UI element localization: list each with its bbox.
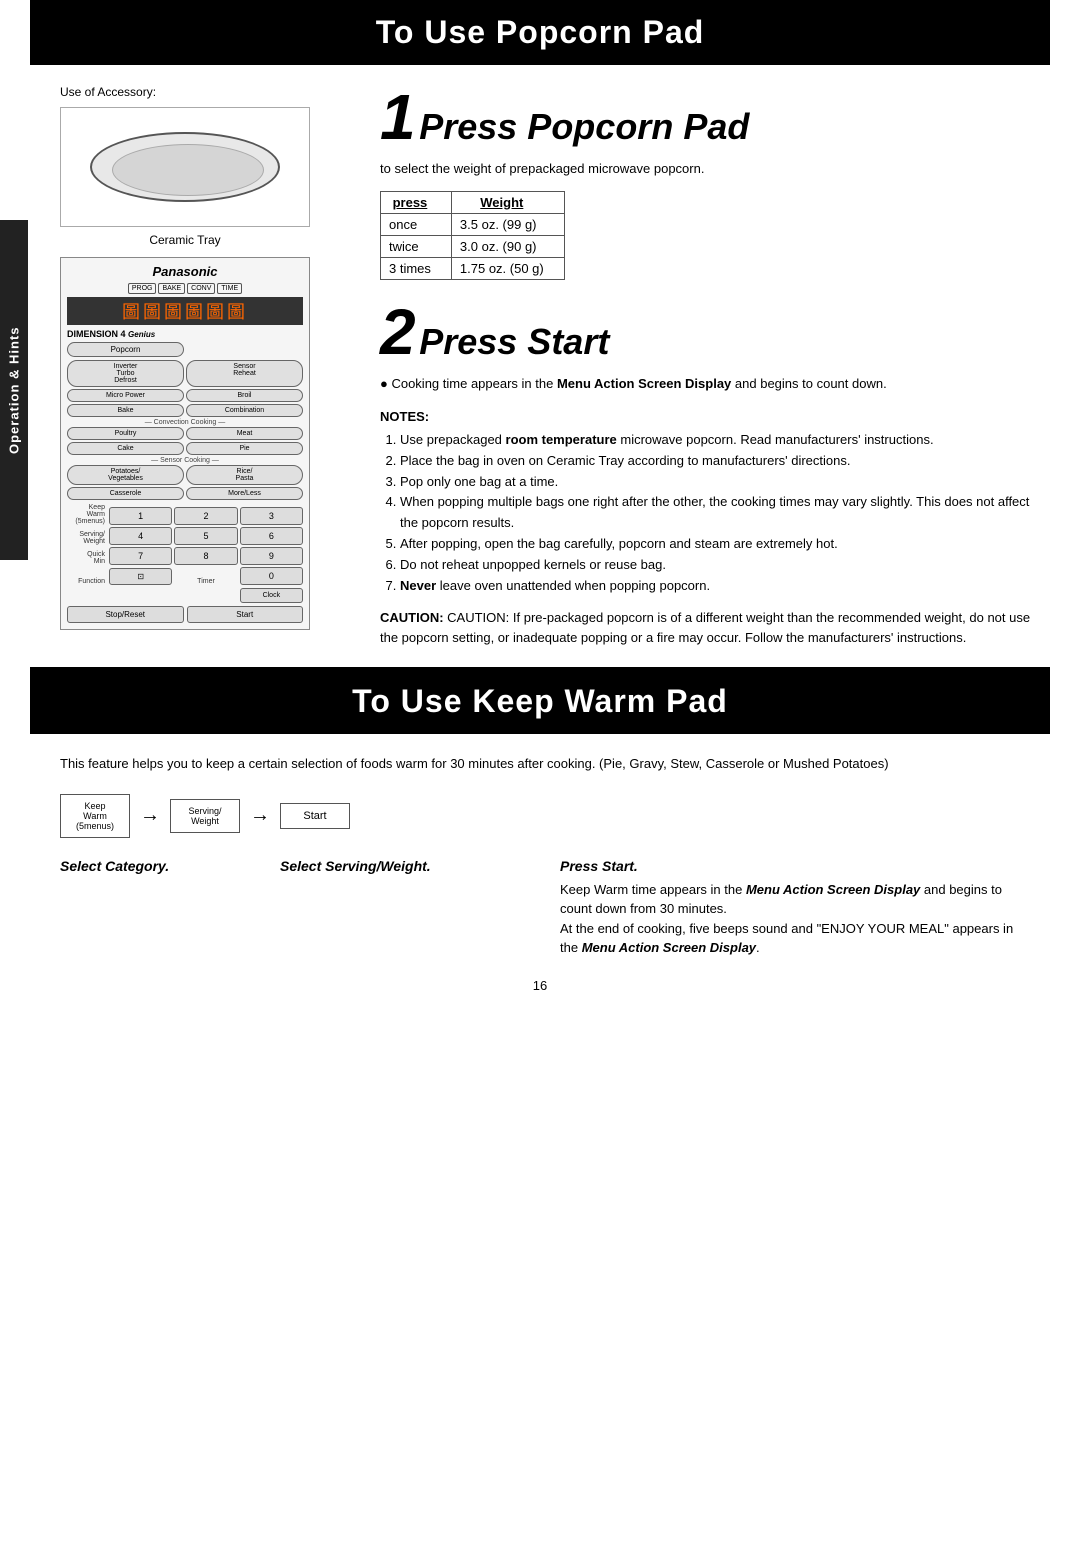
- list-item: Pop only one bag at a time.: [400, 472, 1050, 493]
- keep-warm-header: To Use Keep Warm Pad: [30, 669, 1050, 734]
- keep-warm-step1-box: KeepWarm(5menus): [60, 794, 130, 838]
- table-cell-weight-3: 1.75 oz. (50 g): [451, 257, 564, 279]
- keep-warm-step3-title: Press Start.: [560, 858, 1020, 874]
- step2-description: ● Cooking time appears in the Menu Actio…: [380, 374, 1050, 394]
- step2-number: 2: [380, 296, 416, 368]
- mw-btn-poultry[interactable]: Poultry: [67, 427, 184, 440]
- mw-btn-more-less[interactable]: More/Less: [186, 487, 303, 500]
- mw-btn-stop-reset[interactable]: Stop/Reset: [67, 606, 184, 623]
- step1-number: 1: [380, 81, 416, 153]
- microwave-brand: Panasonic: [67, 264, 303, 279]
- step-label-col-2: Select Serving/Weight.: [280, 858, 560, 880]
- mw-label-keepwarm: KeepWarm(5menus): [67, 504, 107, 525]
- mw-btn-cake[interactable]: Cake: [67, 442, 184, 455]
- page-number: 16: [30, 978, 1050, 993]
- left-column: Use of Accessory: Ceramic Tray Panasonic…: [60, 85, 350, 647]
- microwave-display: 圖圖圖圖圖圖: [67, 297, 303, 325]
- side-tab: Operation & Hints: [0, 220, 28, 560]
- keep-warm-step3-desc: Keep Warm time appears in the Menu Actio…: [560, 880, 1020, 958]
- mw-key-func[interactable]: ⊡: [109, 568, 172, 585]
- arrow-icon-1: →: [140, 804, 160, 827]
- notes-list: Use prepackaged room temperature microwa…: [380, 430, 1050, 596]
- step2-heading: 2 Press Start: [380, 300, 1050, 364]
- mw-btn-sensor-reheat[interactable]: SensorReheat: [186, 360, 303, 387]
- table-row: 3 times 1.75 oz. (50 g): [381, 257, 565, 279]
- steps-labels-row: Select Category. Select Serving/Weight. …: [60, 858, 1020, 958]
- popcorn-section-header: To Use Popcorn Pad: [30, 0, 1050, 65]
- conv-cooking-label: — Convection Cooking —: [67, 419, 303, 426]
- mw-key-4[interactable]: 4: [109, 527, 172, 545]
- mw-btn-combination[interactable]: Combination: [186, 404, 303, 417]
- ceramic-tray-oval: [90, 132, 280, 202]
- list-item: Place the bag in oven on Ceramic Tray ac…: [400, 451, 1050, 472]
- keep-warm-step2-box: Serving/Weight: [170, 799, 240, 833]
- ceramic-tray-caption: Ceramic Tray: [60, 233, 310, 247]
- mw-key-5[interactable]: 5: [174, 527, 237, 545]
- sensor-cooking-label: — Sensor Cooking —: [67, 457, 303, 464]
- microwave-diagram: Panasonic PROG BAKE CONV TIME 圖圖圖圖圖圖 DIM…: [60, 257, 310, 630]
- weight-table: press Weight once 3.5 oz. (99 g) twice 3…: [380, 191, 565, 280]
- mw-btn-micro-power[interactable]: Micro Power: [67, 389, 184, 402]
- table-cell-weight-1: 3.5 oz. (99 g): [451, 213, 564, 235]
- notes-title: NOTES:: [380, 409, 1050, 424]
- mw-key-3[interactable]: 3: [240, 507, 303, 525]
- keep-warm-step3-box: Start: [280, 803, 350, 829]
- accessory-label: Use of Accessory:: [60, 85, 350, 99]
- mw-btn-inverter-turbo[interactable]: InverterTurboDefrost: [67, 360, 184, 387]
- ceramic-tray-image: [60, 107, 310, 227]
- step1-heading: 1 Press Popcorn Pad: [380, 85, 1050, 149]
- arrow-icon-2: →: [250, 804, 270, 827]
- mw-label-quickmin: QuickMin: [67, 551, 107, 565]
- mw-btn-potatoes[interactable]: Potatoes/Vegetables: [67, 465, 184, 485]
- weight-table-header-weight: Weight: [451, 191, 564, 213]
- mw-btn-bake[interactable]: Bake: [67, 404, 184, 417]
- microwave-dimension: DIMENSION 4 Genius: [67, 329, 303, 339]
- mw-key-7[interactable]: 7: [109, 547, 172, 565]
- mw-btn-pie[interactable]: Pie: [186, 442, 303, 455]
- mw-btn-popcorn[interactable]: Popcorn: [67, 342, 184, 357]
- step2-title: Press Start: [419, 321, 609, 362]
- weight-table-header-press: press: [381, 191, 452, 213]
- mw-key-9[interactable]: 9: [240, 547, 303, 565]
- step1-description: to select the weight of prepackaged micr…: [380, 159, 1050, 179]
- caution-text: CAUTION: CAUTION: If pre-packaged popcor…: [380, 608, 1050, 647]
- table-cell-press-1: once: [381, 213, 452, 235]
- mw-key-0[interactable]: 0: [240, 567, 303, 585]
- mw-label-function: Function: [67, 578, 107, 585]
- keep-warm-description: This feature helps you to keep a certain…: [60, 754, 1020, 774]
- list-item: Use prepackaged room temperature microwa…: [400, 430, 1050, 451]
- keep-warm-step2-title: Select Serving/Weight.: [280, 858, 560, 874]
- mw-btn-start[interactable]: Start: [187, 606, 304, 623]
- keep-warm-step1-title: Select Category.: [60, 858, 280, 874]
- mw-key-2[interactable]: 2: [174, 507, 237, 525]
- step-label-col-3: Press Start. Keep Warm time appears in t…: [560, 858, 1020, 958]
- list-item: When popping multiple bags one right aft…: [400, 492, 1050, 534]
- step1-title: Press Popcorn Pad: [419, 106, 749, 147]
- mw-label-serving: Serving/Weight: [67, 531, 107, 545]
- steps-flow-row: KeepWarm(5menus) → Serving/Weight → Star…: [60, 794, 1020, 838]
- mw-key-8[interactable]: 8: [174, 547, 237, 565]
- mw-btn-meat[interactable]: Meat: [186, 427, 303, 440]
- mw-btn-casserole[interactable]: Casserole: [67, 487, 184, 500]
- step-label-col-1: Select Category.: [60, 858, 280, 880]
- mw-label-clock: [174, 588, 237, 603]
- table-cell-weight-2: 3.0 oz. (90 g): [451, 235, 564, 257]
- mw-btn-rice[interactable]: Rice/Pasta: [186, 465, 303, 485]
- list-item: After popping, open the bag carefully, p…: [400, 534, 1050, 555]
- mw-label-timer: Timer: [174, 578, 237, 585]
- table-cell-press-2: twice: [381, 235, 452, 257]
- list-item: Never leave oven unattended when popping…: [400, 576, 1050, 597]
- mw-key-clock[interactable]: Clock: [240, 588, 303, 603]
- mw-key-6[interactable]: 6: [240, 527, 303, 545]
- table-row: twice 3.0 oz. (90 g): [381, 235, 565, 257]
- table-row: once 3.5 oz. (99 g): [381, 213, 565, 235]
- table-cell-press-3: 3 times: [381, 257, 452, 279]
- side-tab-label: Operation & Hints: [7, 326, 22, 454]
- mw-btn-broil[interactable]: Broil: [186, 389, 303, 402]
- right-column: 1 Press Popcorn Pad to select the weight…: [370, 85, 1050, 647]
- mw-key-1[interactable]: 1: [109, 507, 172, 525]
- list-item: Do not reheat unpopped kernels or reuse …: [400, 555, 1050, 576]
